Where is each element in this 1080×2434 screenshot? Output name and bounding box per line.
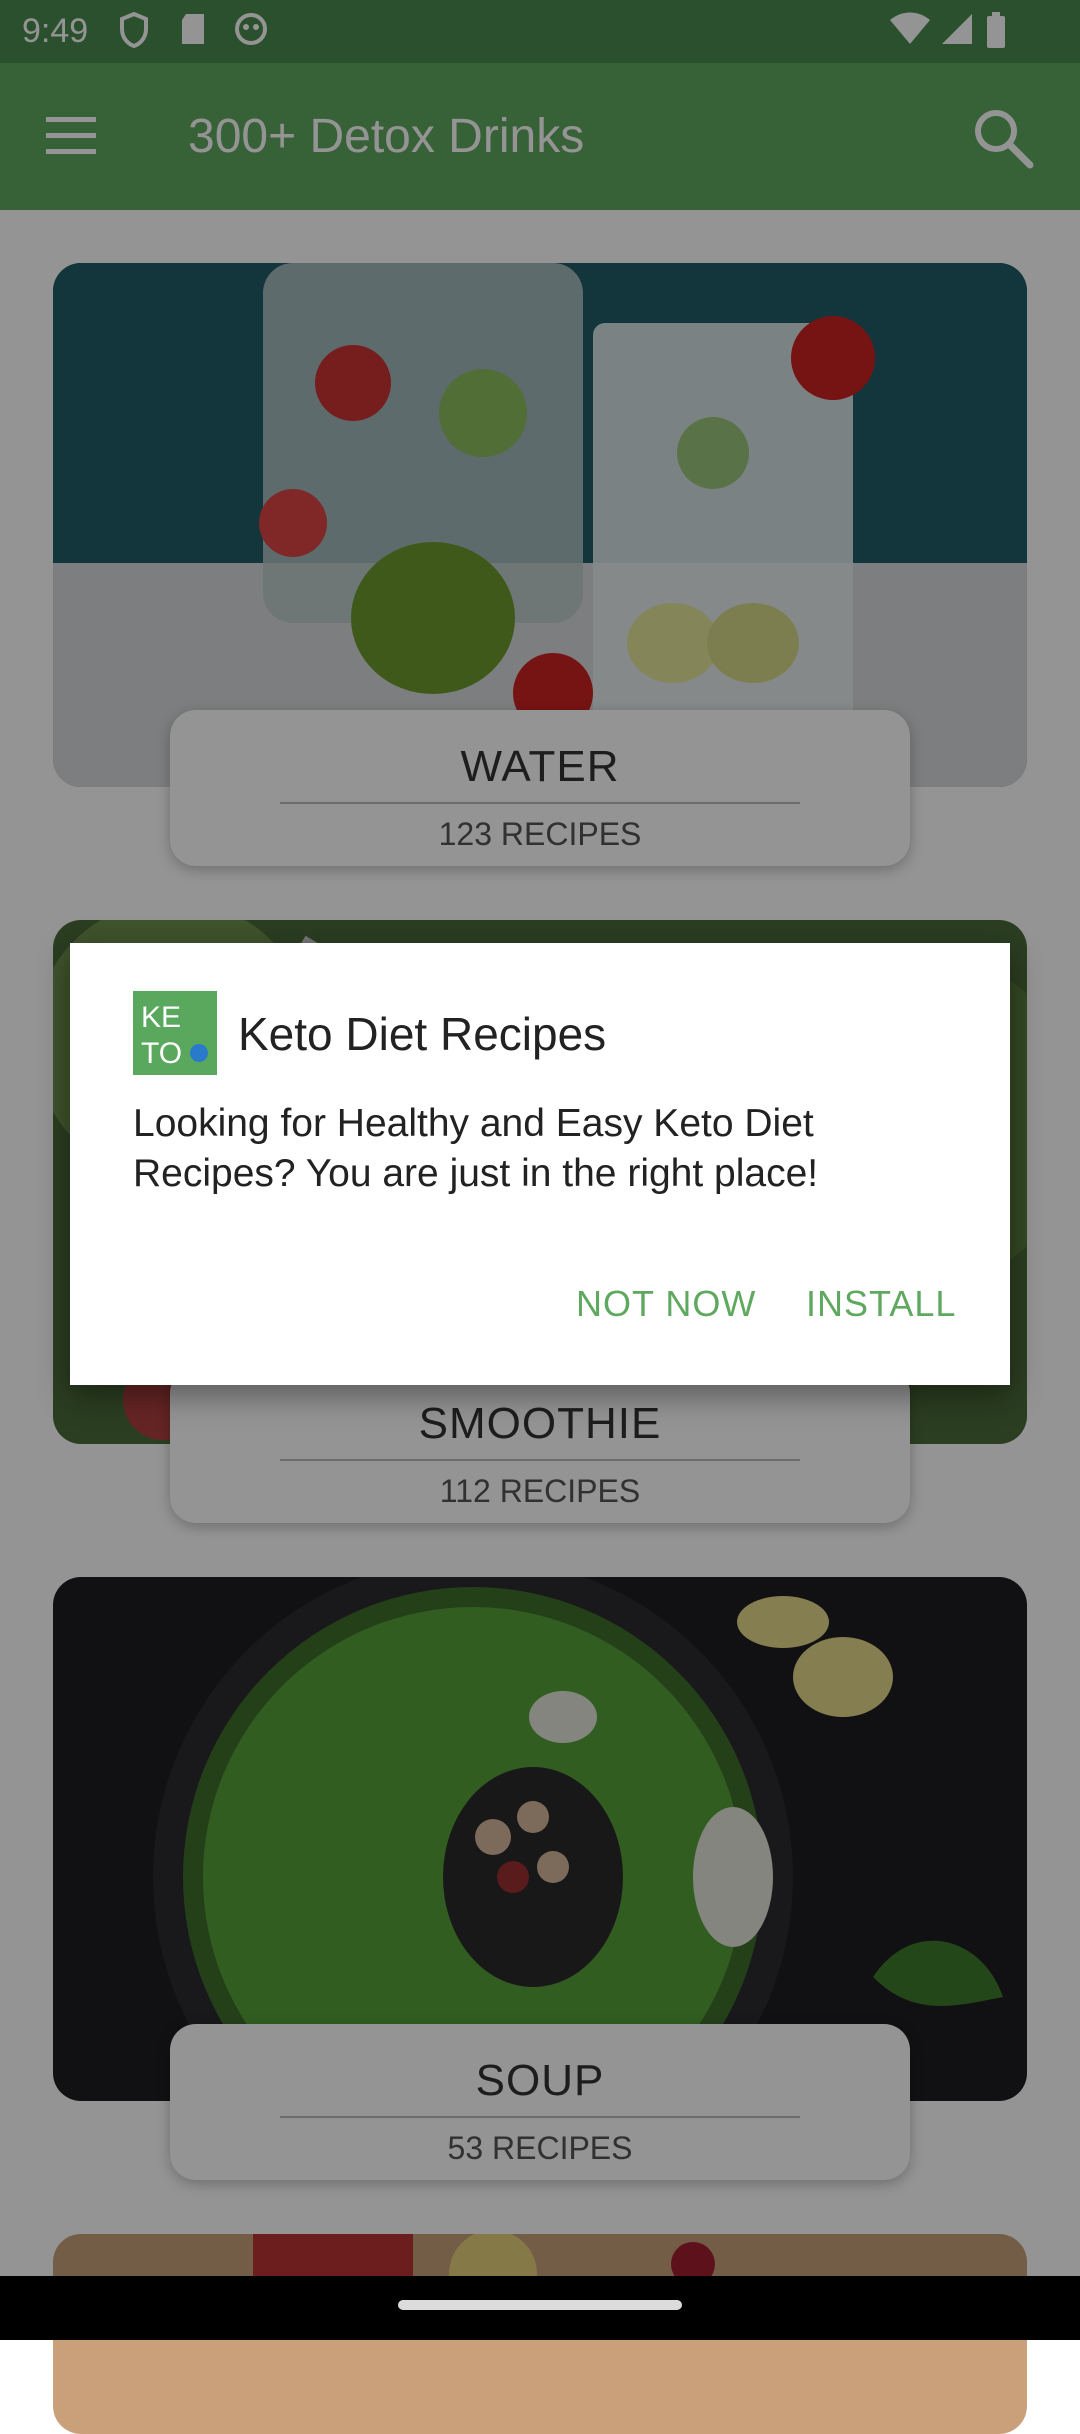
promo-dialog: KE TO Keto Diet Recipes Looking for Heal… xyxy=(70,943,1010,1385)
dialog-message: Looking for Healthy and Easy Keto Diet R… xyxy=(133,1102,819,1195)
install-button[interactable]: INSTALL xyxy=(806,1283,956,1325)
svg-text:KE: KE xyxy=(141,1001,181,1034)
dialog-title: Keto Diet Recipes xyxy=(238,1008,607,1060)
navigation-bar xyxy=(0,2276,1080,2340)
not-now-button[interactable]: NOT NOW xyxy=(576,1283,756,1325)
home-gesture-handle[interactable] xyxy=(398,2300,682,2310)
svg-text:TO: TO xyxy=(141,1037,182,1070)
keto-app-logo: KE TO xyxy=(133,991,217,1075)
